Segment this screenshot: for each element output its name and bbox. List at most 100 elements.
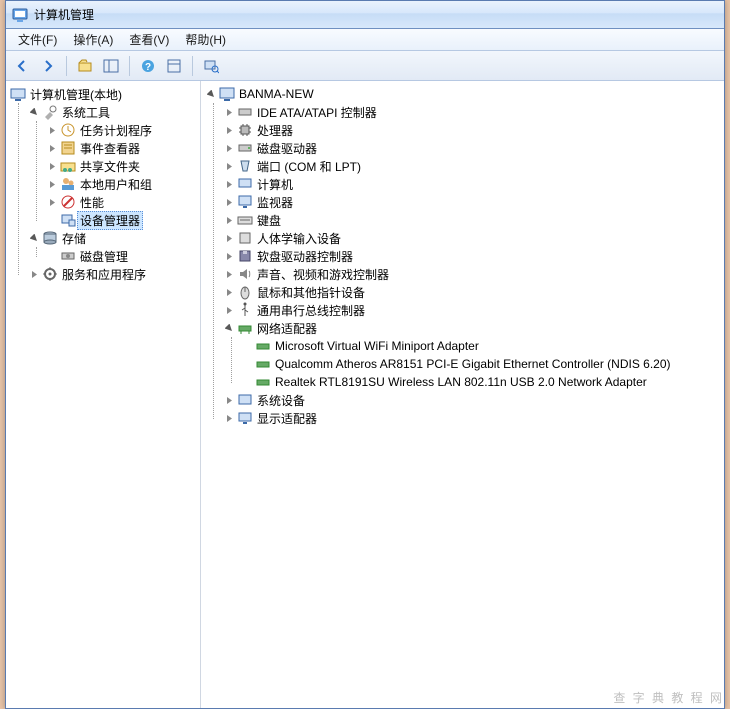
- expand-icon[interactable]: [223, 124, 235, 136]
- nic-icon: [255, 338, 271, 354]
- adapter-item[interactable]: Realtek RTL8191SU Wireless LAN 802.11n U…: [241, 373, 724, 391]
- computer-management-window: 计算机管理 文件(F) 操作(A) 查看(V) 帮助(H) ? 计算机管理(本地…: [5, 0, 725, 709]
- tree-task-scheduler[interactable]: 任务计划程序: [46, 121, 200, 139]
- window-title: 计算机管理: [34, 6, 94, 23]
- shared-folder-icon: [60, 158, 76, 174]
- blank-twisty: [46, 214, 58, 226]
- expand-icon[interactable]: [223, 106, 235, 118]
- tree-label: 存储: [62, 230, 86, 247]
- tree-root-local[interactable]: 计算机管理(本地): [10, 85, 200, 103]
- ide-icon: [237, 104, 253, 120]
- tree-label: 处理器: [257, 122, 293, 139]
- expand-icon[interactable]: [223, 232, 235, 244]
- cat-monitor[interactable]: 监视器: [223, 193, 724, 211]
- expand-icon[interactable]: [223, 214, 235, 226]
- expand-icon[interactable]: [223, 196, 235, 208]
- tree-label: 人体学输入设备: [257, 230, 341, 247]
- blank-twisty: [241, 340, 253, 352]
- tree-performance[interactable]: 性能: [46, 193, 200, 211]
- cat-disk[interactable]: 磁盘驱动器: [223, 139, 724, 157]
- menu-view[interactable]: 查看(V): [121, 29, 177, 50]
- adapter-item[interactable]: Microsoft Virtual WiFi Miniport Adapter: [241, 337, 724, 355]
- tree-event-viewer[interactable]: 事件查看器: [46, 139, 200, 157]
- tree-label: 系统工具: [62, 104, 110, 121]
- tree-label: 磁盘管理: [80, 248, 128, 265]
- scan-button[interactable]: [199, 54, 223, 78]
- cat-usb[interactable]: 通用串行总线控制器: [223, 301, 724, 319]
- users-icon: [60, 176, 76, 192]
- left-pane[interactable]: 计算机管理(本地) 系统工具 任务计划程序 事件查看器: [6, 81, 201, 708]
- tree-label: 网络适配器: [257, 320, 317, 337]
- menubar: 文件(F) 操作(A) 查看(V) 帮助(H): [6, 29, 724, 51]
- expand-icon[interactable]: [223, 250, 235, 262]
- expand-icon[interactable]: [46, 124, 58, 136]
- tree-system-tools[interactable]: 系统工具: [28, 103, 200, 121]
- expand-icon[interactable]: [223, 178, 235, 190]
- menu-file[interactable]: 文件(F): [10, 29, 65, 50]
- nic-icon: [255, 356, 271, 372]
- back-button[interactable]: [10, 54, 34, 78]
- tree-device-manager[interactable]: 设备管理器: [46, 211, 200, 229]
- cat-network[interactable]: 网络适配器: [223, 319, 724, 337]
- right-pane[interactable]: BANMA-NEW IDE ATA/ATAPI 控制器 处理器 磁盘驱动器 端口…: [201, 81, 724, 708]
- up-button[interactable]: [73, 54, 97, 78]
- cat-ide[interactable]: IDE ATA/ATAPI 控制器: [223, 103, 724, 121]
- expand-icon[interactable]: [46, 160, 58, 172]
- expand-icon[interactable]: [28, 268, 40, 280]
- titlebar[interactable]: 计算机管理: [6, 1, 724, 29]
- expand-icon[interactable]: [223, 304, 235, 316]
- blank-twisty: [46, 250, 58, 262]
- help-button[interactable]: ?: [136, 54, 160, 78]
- disk-icon: [237, 140, 253, 156]
- tree-services-apps[interactable]: 服务和应用程序: [28, 265, 200, 283]
- menu-action[interactable]: 操作(A): [65, 29, 121, 50]
- port-icon: [237, 158, 253, 174]
- expand-icon[interactable]: [223, 394, 235, 406]
- monitor-icon: [237, 194, 253, 210]
- app-icon: [12, 7, 28, 23]
- cat-mouse[interactable]: 鼠标和其他指针设备: [223, 283, 724, 301]
- collapse-icon[interactable]: [223, 322, 235, 334]
- collapse-icon[interactable]: [28, 232, 40, 244]
- cat-cpu[interactable]: 处理器: [223, 121, 724, 139]
- svg-text:?: ?: [145, 62, 151, 73]
- expand-icon[interactable]: [223, 286, 235, 298]
- tree-shared-folders[interactable]: 共享文件夹: [46, 157, 200, 175]
- sound-icon: [237, 266, 253, 282]
- menu-help[interactable]: 帮助(H): [177, 29, 234, 50]
- properties-button[interactable]: [162, 54, 186, 78]
- tree-disk-mgmt[interactable]: 磁盘管理: [46, 247, 200, 265]
- collapse-icon[interactable]: [28, 106, 40, 118]
- expand-icon[interactable]: [223, 412, 235, 424]
- cat-hid[interactable]: 人体学输入设备: [223, 229, 724, 247]
- cat-ports[interactable]: 端口 (COM 和 LPT): [223, 157, 724, 175]
- toolbar: ?: [6, 51, 724, 81]
- forward-button[interactable]: [36, 54, 60, 78]
- tree-label: 监视器: [257, 194, 293, 211]
- toolbar-separator: [192, 56, 193, 76]
- cat-system-devices[interactable]: 系统设备: [223, 391, 724, 409]
- tree-storage[interactable]: 存储: [28, 229, 200, 247]
- cat-computer[interactable]: 计算机: [223, 175, 724, 193]
- expand-icon[interactable]: [223, 142, 235, 154]
- expand-icon[interactable]: [46, 178, 58, 190]
- expand-icon[interactable]: [223, 268, 235, 280]
- tree-label: Qualcomm Atheros AR8151 PCI-E Gigabit Et…: [275, 357, 671, 371]
- tree-local-users[interactable]: 本地用户和组: [46, 175, 200, 193]
- adapter-item[interactable]: Qualcomm Atheros AR8151 PCI-E Gigabit Et…: [241, 355, 724, 373]
- expand-icon[interactable]: [223, 160, 235, 172]
- cat-keyboard[interactable]: 键盘: [223, 211, 724, 229]
- nic-icon: [255, 374, 271, 390]
- show-pane-button[interactable]: [99, 54, 123, 78]
- tree-label: 鼠标和其他指针设备: [257, 284, 365, 301]
- expand-icon[interactable]: [46, 196, 58, 208]
- cat-display[interactable]: 显示适配器: [223, 409, 724, 427]
- device-root[interactable]: BANMA-NEW: [205, 85, 724, 103]
- toolbar-separator: [66, 56, 67, 76]
- collapse-icon[interactable]: [205, 88, 217, 100]
- network-icon: [237, 320, 253, 336]
- cat-sound[interactable]: 声音、视频和游戏控制器: [223, 265, 724, 283]
- display-icon: [237, 410, 253, 426]
- cat-floppy[interactable]: 软盘驱动器控制器: [223, 247, 724, 265]
- expand-icon[interactable]: [46, 142, 58, 154]
